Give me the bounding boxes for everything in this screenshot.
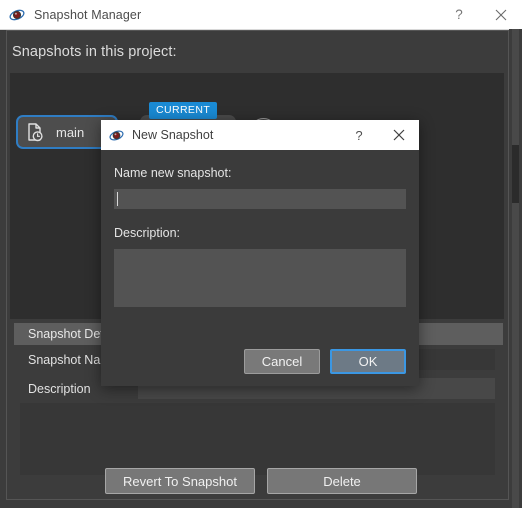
close-icon[interactable]: [480, 0, 522, 29]
help-button[interactable]: ?: [438, 0, 480, 29]
delete-snapshot-button[interactable]: Delete: [267, 468, 417, 494]
dialog-help-button[interactable]: ?: [339, 120, 379, 150]
scrollbar-track[interactable]: [512, 29, 519, 508]
dialog-titlebar: New Snapshot ?: [101, 120, 419, 150]
snapshot-node-label: main: [56, 124, 85, 140]
snapshot-description-input[interactable]: [114, 249, 406, 307]
snapshot-document-clock-icon: [24, 121, 46, 143]
dialog-content: Name new snapshot: Description: Cancel O…: [101, 150, 419, 386]
snapshot-name-input[interactable]: [114, 189, 406, 209]
vertical-scrollbar[interactable]: [509, 29, 522, 508]
bottom-action-bar: Revert To Snapshot Delete: [0, 468, 522, 494]
name-field-label: Name new snapshot:: [114, 166, 232, 180]
text-caret: [117, 192, 118, 206]
dialog-close-icon[interactable]: [379, 120, 419, 150]
window-title: Snapshot Manager: [34, 7, 142, 22]
scrollbar-thumb[interactable]: [512, 145, 519, 203]
cancel-button[interactable]: Cancel: [244, 349, 320, 374]
dialog-title: New Snapshot: [132, 128, 214, 142]
details-description-body[interactable]: [20, 403, 495, 475]
snapshot-manager-logo-icon: [109, 128, 124, 143]
section-title: Snapshots in this project:: [12, 44, 177, 60]
ok-button[interactable]: OK: [330, 349, 406, 374]
description-field-label: Description:: [114, 226, 180, 240]
current-snapshot-badge: CURRENT: [149, 102, 218, 119]
new-snapshot-dialog: New Snapshot ? Name new snapshot: Descri…: [101, 120, 419, 386]
revert-to-snapshot-button[interactable]: Revert To Snapshot: [105, 468, 255, 494]
window-titlebar: Snapshot Manager ?: [0, 0, 522, 30]
snapshot-manager-logo-icon: [9, 7, 25, 23]
dialog-button-row: Cancel OK: [244, 349, 406, 374]
